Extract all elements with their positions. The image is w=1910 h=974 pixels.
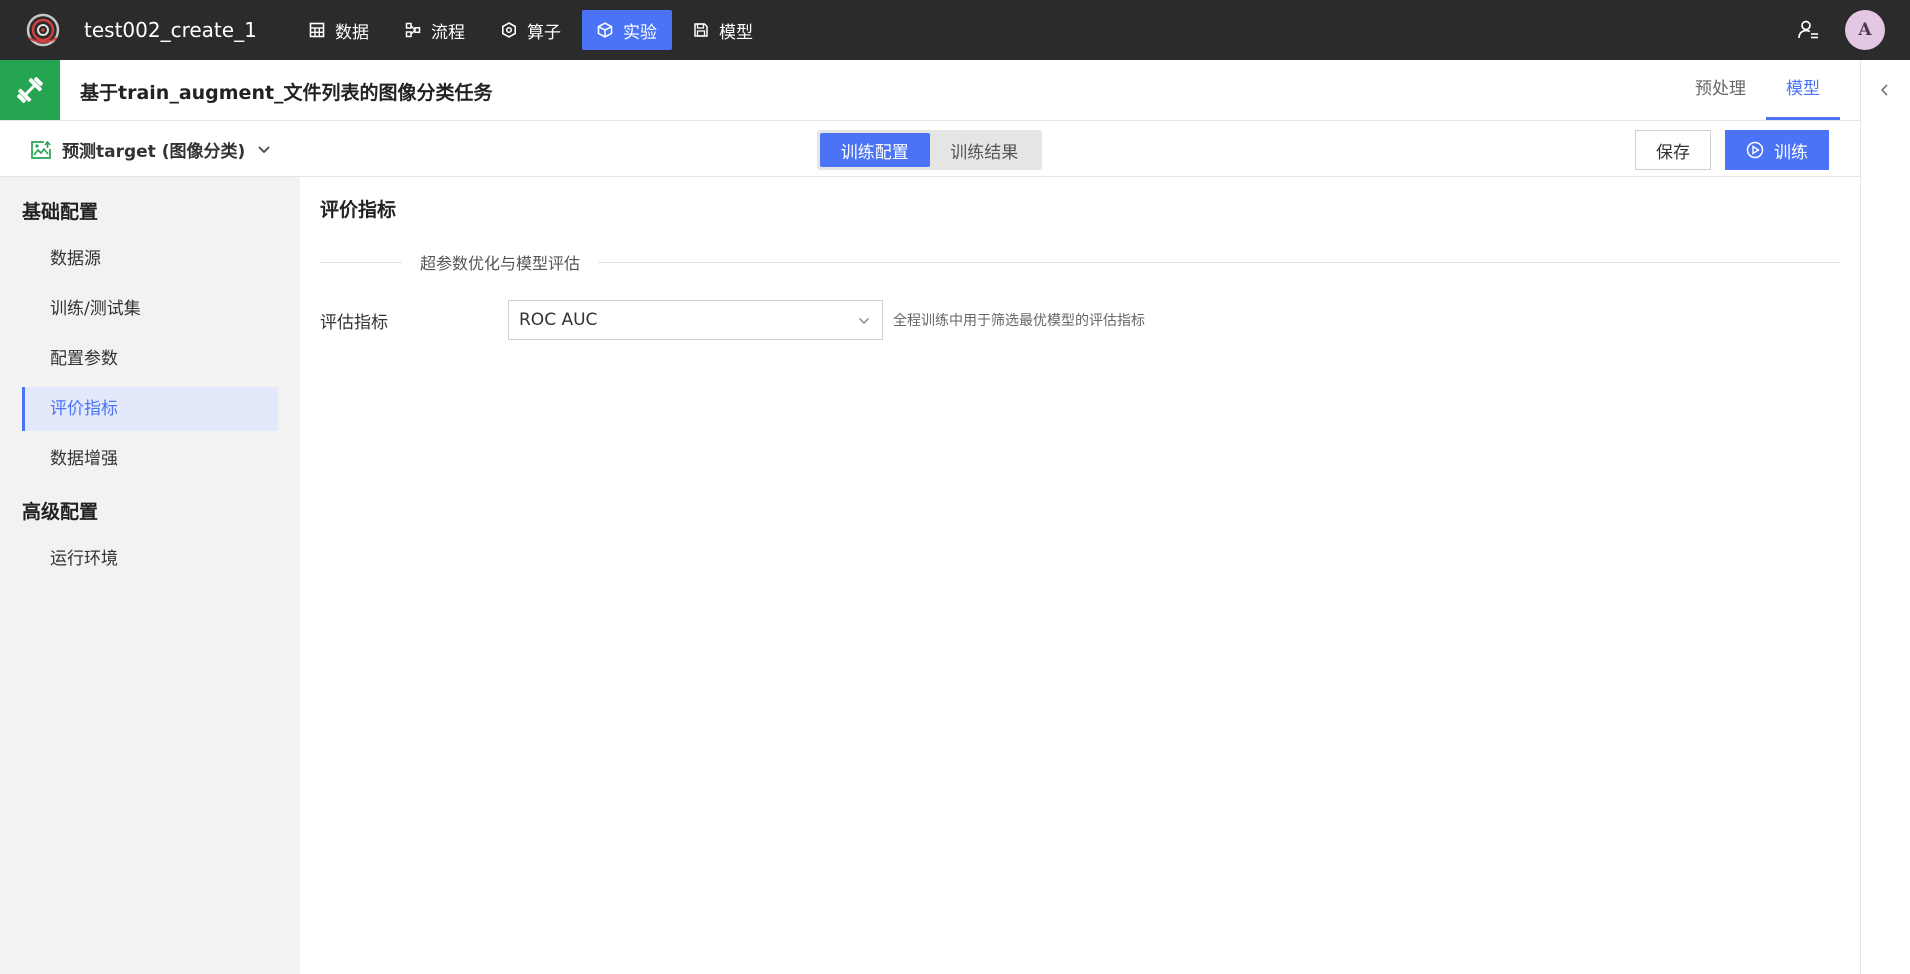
project-name[interactable]: test002_create_1 xyxy=(84,18,294,42)
nav-item-flow[interactable]: 流程 xyxy=(390,10,480,50)
save-button[interactable]: 保存 xyxy=(1635,130,1711,170)
config-sidebar: 基础配置 数据源 训练/测试集 配置参数 评价指标 数据增强 高级配置 运行环境 xyxy=(0,177,300,974)
chevron-left-icon[interactable] xyxy=(1879,82,1891,102)
user-settings-icon[interactable] xyxy=(1797,19,1819,41)
metric-select[interactable]: ROC AUC xyxy=(508,300,883,340)
metric-select-value: ROC AUC xyxy=(519,310,598,330)
dumbbell-icon xyxy=(0,60,60,120)
right-collapse-panel xyxy=(1860,60,1910,974)
nav-item-label: 数据 xyxy=(335,22,369,43)
save-icon xyxy=(694,23,708,37)
metric-hint: 全程训练中用于筛选最优模型的评估指标 xyxy=(893,313,1145,329)
metric-label: 评估指标 xyxy=(320,312,388,333)
top-navbar: test002_create_1 数据 流程 算子 实验 模型 A xyxy=(0,0,1910,60)
cube-icon xyxy=(597,22,613,38)
sidebar-item-augmentation[interactable]: 数据增强 xyxy=(22,437,278,481)
sidebar-item-params[interactable]: 配置参数 xyxy=(22,337,278,381)
image-chart-icon xyxy=(30,140,52,160)
config-toolbar: 预测target (图像分类) 训练配置 训练结果 保存 训练 xyxy=(0,121,1860,177)
avatar[interactable]: A xyxy=(1845,10,1885,50)
metric-form-row: 评估指标 ROC AUC 全程训练中用于筛选最优模型的评估指标 xyxy=(320,300,1840,340)
hexagon-icon xyxy=(501,22,516,38)
target-label: 预测target (图像分类) xyxy=(62,142,246,162)
nav-item-label: 实验 xyxy=(623,22,657,43)
play-circle-icon xyxy=(1746,141,1764,159)
app-logo-icon[interactable] xyxy=(22,9,64,51)
chevron-down-icon xyxy=(858,310,870,330)
nav-item-label: 算子 xyxy=(527,22,561,43)
chevron-down-icon xyxy=(257,145,271,155)
sidebar-group-advanced: 高级配置 xyxy=(22,501,99,523)
section-divider: 超参数优化与模型评估 xyxy=(320,250,1840,274)
sidebar-group-basic: 基础配置 xyxy=(22,201,99,223)
nav-item-experiment[interactable]: 实验 xyxy=(582,10,672,50)
task-title: 基于train_augment_文件列表的图像分类任务 xyxy=(80,82,493,104)
task-titlebar: 基于train_augment_文件列表的图像分类任务 预处理 模型 xyxy=(0,60,1860,121)
section-title: 评价指标 xyxy=(320,199,397,221)
tab-preprocess[interactable]: 预处理 xyxy=(1675,60,1766,120)
sidebar-item-runtime[interactable]: 运行环境 xyxy=(22,537,278,581)
nav-item-label: 模型 xyxy=(719,22,753,43)
topbar-right: A xyxy=(1797,10,1885,50)
table-icon xyxy=(309,22,325,38)
nav-item-data[interactable]: 数据 xyxy=(294,10,384,50)
segment-train-result[interactable]: 训练结果 xyxy=(930,133,1040,167)
view-segmented-control: 训练配置 训练结果 xyxy=(817,130,1042,170)
nav-item-operator[interactable]: 算子 xyxy=(486,10,576,50)
sidebar-item-train-test[interactable]: 训练/测试集 xyxy=(22,287,278,331)
flow-icon xyxy=(405,22,421,38)
nav-item-label: 流程 xyxy=(431,22,465,43)
stage-tabs: 预处理 模型 xyxy=(1675,60,1840,120)
train-button-label: 训练 xyxy=(1774,142,1808,163)
sidebar-item-metrics[interactable]: 评价指标 xyxy=(22,387,278,431)
nav-item-model[interactable]: 模型 xyxy=(678,10,768,50)
target-selector[interactable]: 预测target (图像分类) xyxy=(30,137,271,162)
sidebar-item-datasource[interactable]: 数据源 xyxy=(22,237,278,281)
train-button[interactable]: 训练 xyxy=(1725,130,1829,170)
main-content: 评价指标 超参数优化与模型评估 评估指标 ROC AUC 全程训练中用于筛选最优… xyxy=(320,177,1840,340)
tab-model[interactable]: 模型 xyxy=(1766,60,1840,120)
main-nav: 数据 流程 算子 实验 模型 xyxy=(294,10,774,50)
segment-train-config[interactable]: 训练配置 xyxy=(820,133,930,167)
divider-label: 超参数优化与模型评估 xyxy=(420,254,581,273)
